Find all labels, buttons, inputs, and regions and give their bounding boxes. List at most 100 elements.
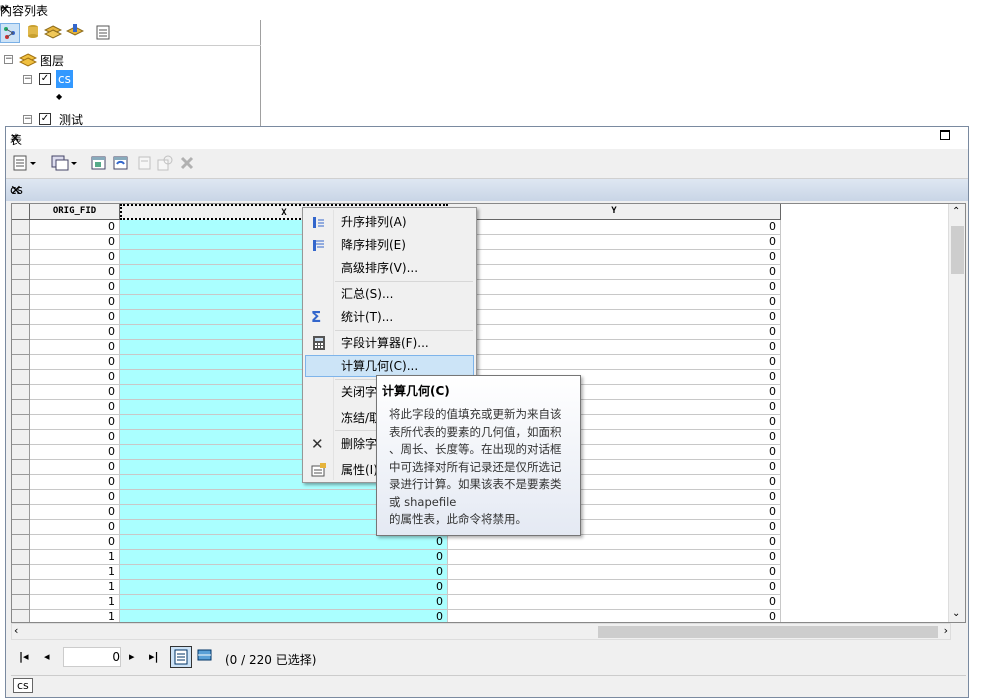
row-selector[interactable] (12, 505, 30, 520)
row-selector[interactable] (12, 385, 30, 400)
cell-orig-fid[interactable]: 0 (30, 280, 120, 295)
tab-close-icon[interactable]: ✕ (10, 183, 964, 199)
vertical-scroll-thumb[interactable] (951, 226, 964, 274)
menu-item-advanced-sort[interactable]: 高级排序(V)... (305, 257, 474, 279)
column-header-orig-fid[interactable]: ORIG_FID (30, 204, 120, 220)
row-selector[interactable] (12, 535, 30, 550)
row-selector[interactable] (12, 400, 30, 415)
cell-orig-fid[interactable]: 0 (30, 430, 120, 445)
cell-orig-fid[interactable]: 0 (30, 340, 120, 355)
cell-y[interactable]: 0 (448, 550, 781, 565)
tree-label-cs[interactable]: cs (56, 70, 73, 88)
menu-item-sort-descending[interactable]: 降序排列(E) (305, 234, 474, 256)
cell-x[interactable]: 0 (120, 610, 448, 622)
cell-orig-fid[interactable]: 0 (30, 460, 120, 475)
cell-orig-fid[interactable]: 1 (30, 565, 120, 580)
cell-y[interactable]: 0 (448, 295, 781, 310)
first-record-icon[interactable]: |◂ (19, 650, 29, 663)
row-selector-header[interactable] (12, 204, 30, 220)
scroll-right-icon[interactable]: › (944, 624, 948, 637)
table-close-icon[interactable]: ✕ (10, 131, 964, 145)
cell-orig-fid[interactable]: 0 (30, 535, 120, 550)
cell-orig-fid[interactable]: 1 (30, 580, 120, 595)
clear-selection-icon[interactable] (136, 154, 156, 174)
cell-orig-fid[interactable]: 1 (30, 550, 120, 565)
cell-orig-fid[interactable]: 0 (30, 250, 120, 265)
cell-y[interactable]: 0 (448, 355, 781, 370)
tree-item-cs[interactable]: − ✓ cs (0, 70, 260, 90)
cell-y[interactable]: 0 (448, 565, 781, 580)
select-by-attributes-icon[interactable] (90, 154, 110, 174)
show-all-records-icon[interactable] (170, 646, 192, 668)
cell-orig-fid[interactable]: 0 (30, 310, 120, 325)
cell-y[interactable]: 0 (448, 280, 781, 295)
next-record-icon[interactable]: ▸ (129, 650, 135, 663)
previous-record-icon[interactable]: ◂ (44, 650, 50, 663)
cell-orig-fid[interactable]: 0 (30, 295, 120, 310)
row-selector[interactable] (12, 580, 30, 595)
row-selector[interactable] (12, 310, 30, 325)
cell-orig-fid[interactable]: 1 (30, 595, 120, 610)
cell-orig-fid[interactable]: 0 (30, 370, 120, 385)
cell-orig-fid[interactable]: 0 (30, 520, 120, 535)
cell-y[interactable]: 0 (448, 580, 781, 595)
row-selector[interactable] (12, 415, 30, 430)
vertical-scrollbar[interactable]: ⌃ ⌄ (948, 204, 965, 622)
zoom-to-selected-icon[interactable] (156, 154, 176, 174)
menu-item-sort-ascending[interactable]: 升序排列(A) (305, 211, 474, 233)
cell-orig-fid[interactable]: 0 (30, 490, 120, 505)
row-selector[interactable] (12, 520, 30, 535)
cell-orig-fid[interactable]: 0 (30, 475, 120, 490)
layer-visibility-checkbox[interactable]: ✓ (39, 73, 51, 85)
cell-orig-fid[interactable]: 0 (30, 445, 120, 460)
menu-item-statistics[interactable]: Σ 统计(T)... (305, 306, 474, 328)
scroll-left-icon[interactable]: ‹ (14, 624, 18, 637)
cell-orig-fid[interactable]: 0 (30, 265, 120, 280)
switch-selection-icon[interactable] (112, 154, 132, 174)
layer-visibility-checkbox[interactable]: ✓ (39, 113, 51, 125)
row-selector[interactable] (12, 445, 30, 460)
row-selector[interactable] (12, 490, 30, 505)
cell-orig-fid[interactable]: 0 (30, 355, 120, 370)
row-selector[interactable] (12, 235, 30, 250)
horizontal-scrollbar[interactable]: ‹ › (11, 623, 951, 640)
cell-orig-fid[interactable]: 0 (30, 415, 120, 430)
row-selector[interactable] (12, 550, 30, 565)
horizontal-scroll-thumb[interactable] (598, 626, 938, 638)
cell-x[interactable]: 0 (120, 595, 448, 610)
column-header-y[interactable]: Y (448, 204, 781, 220)
menu-item-summarize[interactable]: 汇总(S)... (305, 283, 474, 305)
table-options-icon[interactable] (12, 154, 36, 174)
menu-item-calculate-geometry[interactable]: 计算几何(C)... (305, 355, 474, 377)
cell-orig-fid[interactable]: 0 (30, 235, 120, 250)
row-selector[interactable] (12, 370, 30, 385)
row-selector[interactable] (12, 565, 30, 580)
cell-x[interactable]: 0 (120, 550, 448, 565)
cell-x[interactable]: 0 (120, 565, 448, 580)
related-tables-icon[interactable] (50, 154, 77, 174)
cell-orig-fid[interactable]: 1 (30, 610, 120, 622)
cell-y[interactable]: 0 (448, 595, 781, 610)
cell-y[interactable]: 0 (448, 250, 781, 265)
row-selector[interactable] (12, 295, 30, 310)
row-selector[interactable] (12, 280, 30, 295)
row-selector[interactable] (12, 595, 30, 610)
cell-orig-fid[interactable]: 0 (30, 505, 120, 520)
cell-orig-fid[interactable]: 0 (30, 400, 120, 415)
tree-item-symbol[interactable]: ◆ (0, 90, 260, 110)
menu-item-field-calculator[interactable]: 字段计算器(F)... (305, 332, 474, 354)
cell-y[interactable]: 0 (448, 610, 781, 622)
toc-close-icon[interactable]: ✕ (0, 2, 257, 16)
cell-x[interactable]: 0 (120, 580, 448, 595)
list-by-source-icon[interactable] (24, 23, 44, 43)
row-selector[interactable] (12, 250, 30, 265)
bottom-tab-cs[interactable]: cs (13, 678, 33, 693)
list-by-selection-icon[interactable] (65, 23, 86, 43)
cell-y[interactable]: 0 (448, 265, 781, 280)
cell-y[interactable]: 0 (448, 325, 781, 340)
collapse-icon[interactable]: − (23, 115, 32, 124)
list-by-visibility-icon[interactable] (43, 23, 64, 43)
cell-y[interactable]: 0 (448, 235, 781, 250)
collapse-icon[interactable]: − (23, 75, 32, 84)
row-selector[interactable] (12, 355, 30, 370)
